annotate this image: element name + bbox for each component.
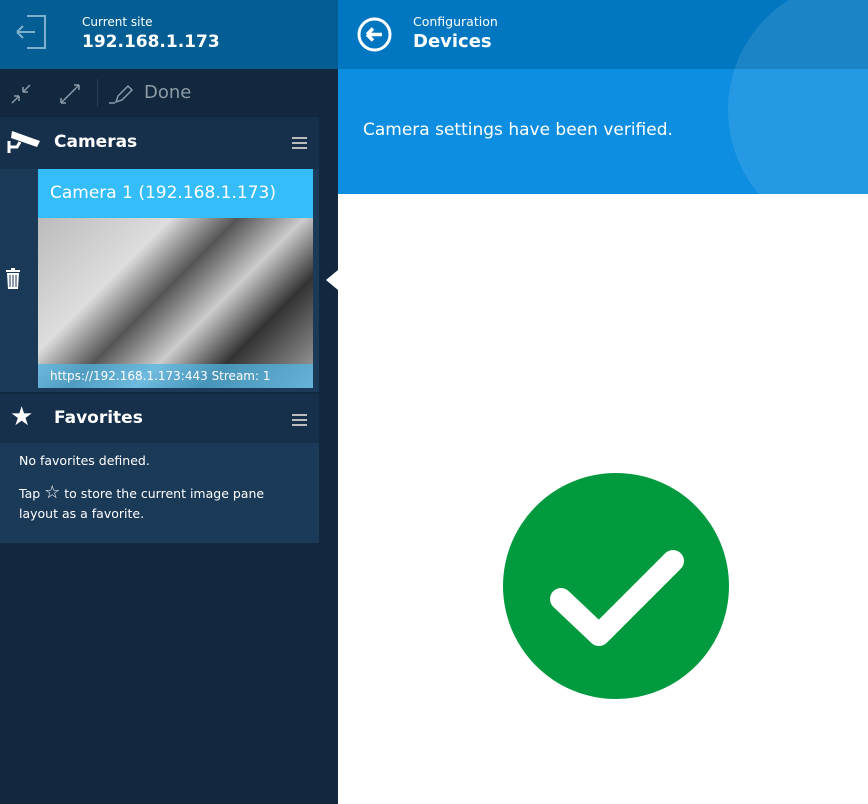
page-title: Devices (413, 31, 492, 52)
main-header: Configuration Devices (338, 0, 868, 69)
toolbar: Done (0, 69, 338, 117)
favorites-empty: No favorites defined. (19, 453, 150, 468)
camera-preview: https://192.168.1.173:443 Stream: 1 (38, 218, 313, 388)
favorites-menu-icon[interactable] (292, 414, 307, 426)
info-banner: Camera settings have been verified. (338, 69, 868, 194)
collapse-icon[interactable] (10, 83, 32, 105)
camera-tile[interactable]: Camera 1 (192.168.1.173) https://192.168… (38, 169, 313, 388)
favorites-panel: ★ Favorites No favorites defined. Tap ☆ … (0, 394, 319, 543)
star-outline-icon: ☆ (44, 482, 61, 503)
site-value: 192.168.1.173 (82, 32, 220, 52)
exit-site-icon[interactable] (15, 14, 49, 50)
camera-icon (7, 131, 40, 153)
expand-icon[interactable] (59, 83, 81, 105)
sidebar: Current site 192.168.1.173 Done Cameras … (0, 0, 338, 804)
site-label: Current site (82, 15, 153, 29)
star-icon: ★ (10, 402, 34, 432)
hint-pre: Tap (19, 486, 41, 501)
success-check-icon (503, 473, 729, 699)
back-icon[interactable] (357, 17, 392, 52)
camera-url: https://192.168.1.173:443 Stream: 1 (38, 364, 313, 388)
favorites-title: Favorites (54, 408, 143, 428)
info-watermark-icon (728, 0, 868, 69)
trash-icon[interactable] (6, 268, 20, 290)
divider (97, 79, 98, 107)
main-pane: Configuration Devices Camera settings ha… (338, 0, 868, 699)
edit-icon[interactable] (108, 83, 134, 105)
cameras-title: Cameras (54, 132, 138, 152)
selection-pointer-icon (326, 270, 338, 290)
site-header: Current site 192.168.1.173 (0, 0, 338, 69)
done-button[interactable]: Done (144, 82, 191, 103)
cameras-menu-icon[interactable] (292, 137, 307, 149)
camera-name: Camera 1 (192.168.1.173) (38, 169, 313, 218)
info-message: Camera settings have been verified. (363, 120, 673, 140)
breadcrumb: Configuration (413, 14, 498, 29)
